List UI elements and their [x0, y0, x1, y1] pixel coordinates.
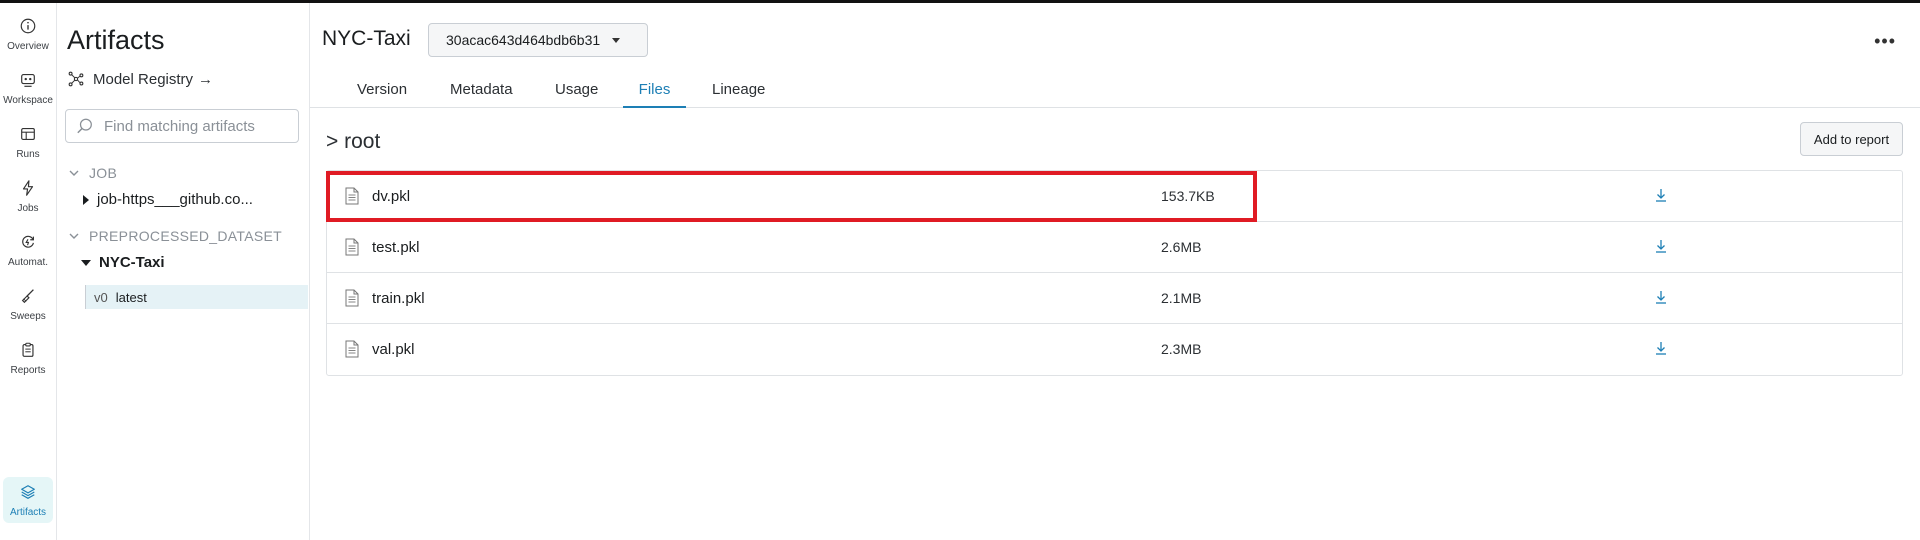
- add-to-report-button[interactable]: Add to report: [1800, 122, 1903, 156]
- caret-right-icon: [83, 194, 89, 205]
- file-row[interactable]: dv.pkl 153.7KB: [327, 171, 1902, 222]
- rail-item-artifacts[interactable]: Artifacts: [3, 477, 53, 523]
- rail-label: Overview: [7, 41, 49, 52]
- rail-item-automations[interactable]: Automat.: [3, 227, 53, 273]
- rail-item-jobs[interactable]: Jobs: [3, 173, 53, 219]
- file-size: 2.1MB: [1161, 290, 1202, 306]
- version-alias: latest: [115, 289, 147, 305]
- download-icon[interactable]: [1653, 187, 1669, 203]
- tree-item-job[interactable]: job-https___github.co...: [83, 191, 253, 208]
- chevron-down-icon: [612, 37, 621, 43]
- tab-usage[interactable]: Usage: [555, 81, 598, 108]
- workspace-icon: [21, 74, 35, 87]
- tab-metadata[interactable]: Metadata: [450, 81, 513, 108]
- version-select[interactable]: 30acac643d464bdb6b31: [428, 23, 648, 57]
- search-box[interactable]: [65, 109, 299, 143]
- group-label: PREPROCESSED_DATASET: [89, 228, 282, 244]
- file-name[interactable]: dv.pkl: [372, 188, 410, 205]
- caret-down-icon: [81, 259, 91, 266]
- rail-item-workspace[interactable]: Workspace: [3, 65, 53, 111]
- file-name[interactable]: val.pkl: [372, 341, 415, 358]
- chevron-down-icon: [69, 170, 79, 176]
- file-icon: [345, 340, 359, 358]
- file-size: 153.7KB: [1161, 188, 1215, 204]
- info-icon: [20, 18, 36, 34]
- breadcrumb[interactable]: > root: [326, 130, 380, 154]
- files-table: dv.pkl 153.7KB test.pkl 2.6MB train.pkl …: [326, 170, 1903, 376]
- download-icon[interactable]: [1653, 289, 1669, 305]
- broom-icon: [21, 289, 34, 304]
- file-size: 2.6MB: [1161, 239, 1202, 255]
- file-icon: [345, 238, 359, 256]
- model-registry-label: Model Registry: [93, 70, 194, 88]
- artifacts-sidebar: Artifacts Model Registry → JOB job-https…: [57, 3, 310, 540]
- automation-icon: [22, 235, 34, 248]
- chevron-down-icon: [69, 233, 79, 239]
- rail-label: Runs: [16, 149, 40, 160]
- file-icon: [345, 187, 359, 205]
- file-size: 2.3MB: [1161, 341, 1202, 357]
- tab-bar: Version Metadata Usage Files Lineage: [310, 73, 1920, 108]
- version-item-v0[interactable]: v0 latest: [85, 285, 308, 309]
- artifact-title: NYC-Taxi: [322, 27, 411, 50]
- rail-label: Sweeps: [10, 311, 46, 322]
- file-name[interactable]: test.pkl: [372, 239, 420, 256]
- rail-label: Jobs: [17, 203, 39, 214]
- file-row[interactable]: train.pkl 2.1MB: [327, 273, 1902, 324]
- nav-rail: Overview Workspace Runs Jobs Automat. Sw…: [0, 3, 57, 540]
- group-header-preprocessed-dataset[interactable]: PREPROCESSED_DATASET: [67, 228, 282, 244]
- rail-item-runs[interactable]: Runs: [3, 119, 53, 165]
- tree-item-label: NYC-Taxi: [99, 254, 165, 271]
- model-registry-icon: [68, 71, 84, 87]
- sidebar-title: Artifacts: [67, 25, 165, 55]
- lightning-icon: [22, 180, 34, 196]
- rail-item-sweeps[interactable]: Sweeps: [3, 281, 53, 327]
- model-registry-link[interactable]: Model Registry →: [67, 70, 213, 88]
- version-hash: 30acac643d464bdb6b31: [446, 32, 601, 48]
- file-icon: [345, 289, 359, 307]
- group-label: JOB: [89, 165, 118, 181]
- table-icon: [21, 128, 35, 140]
- clipboard-icon: [22, 342, 34, 357]
- download-icon[interactable]: [1653, 238, 1669, 254]
- rail-item-reports[interactable]: Reports: [3, 335, 53, 381]
- rail-label: Reports: [10, 365, 46, 376]
- search-icon: [77, 118, 92, 134]
- file-name[interactable]: train.pkl: [372, 290, 425, 307]
- version-number: v0: [94, 289, 108, 305]
- tree-item-label: job-https___github.co...: [97, 191, 253, 208]
- tab-version[interactable]: Version: [357, 81, 407, 108]
- tab-files[interactable]: Files: [623, 81, 686, 108]
- rail-label: Artifacts: [9, 507, 47, 518]
- file-row[interactable]: val.pkl 2.3MB: [327, 324, 1902, 375]
- download-icon[interactable]: [1653, 340, 1669, 356]
- rail-item-overview[interactable]: Overview: [3, 11, 53, 57]
- file-row[interactable]: test.pkl 2.6MB: [327, 222, 1902, 273]
- group-header-job[interactable]: JOB: [67, 165, 117, 181]
- more-options-button[interactable]: •••: [1874, 31, 1896, 52]
- search-input[interactable]: [104, 117, 284, 135]
- tab-lineage[interactable]: Lineage: [712, 81, 765, 108]
- tree-item-nyc-taxi[interactable]: NYC-Taxi: [81, 254, 165, 271]
- rail-label: Automat.: [7, 257, 49, 268]
- layers-icon: [21, 485, 35, 499]
- rail-label: Workspace: [3, 95, 53, 106]
- arrow-right-icon: →: [198, 70, 214, 88]
